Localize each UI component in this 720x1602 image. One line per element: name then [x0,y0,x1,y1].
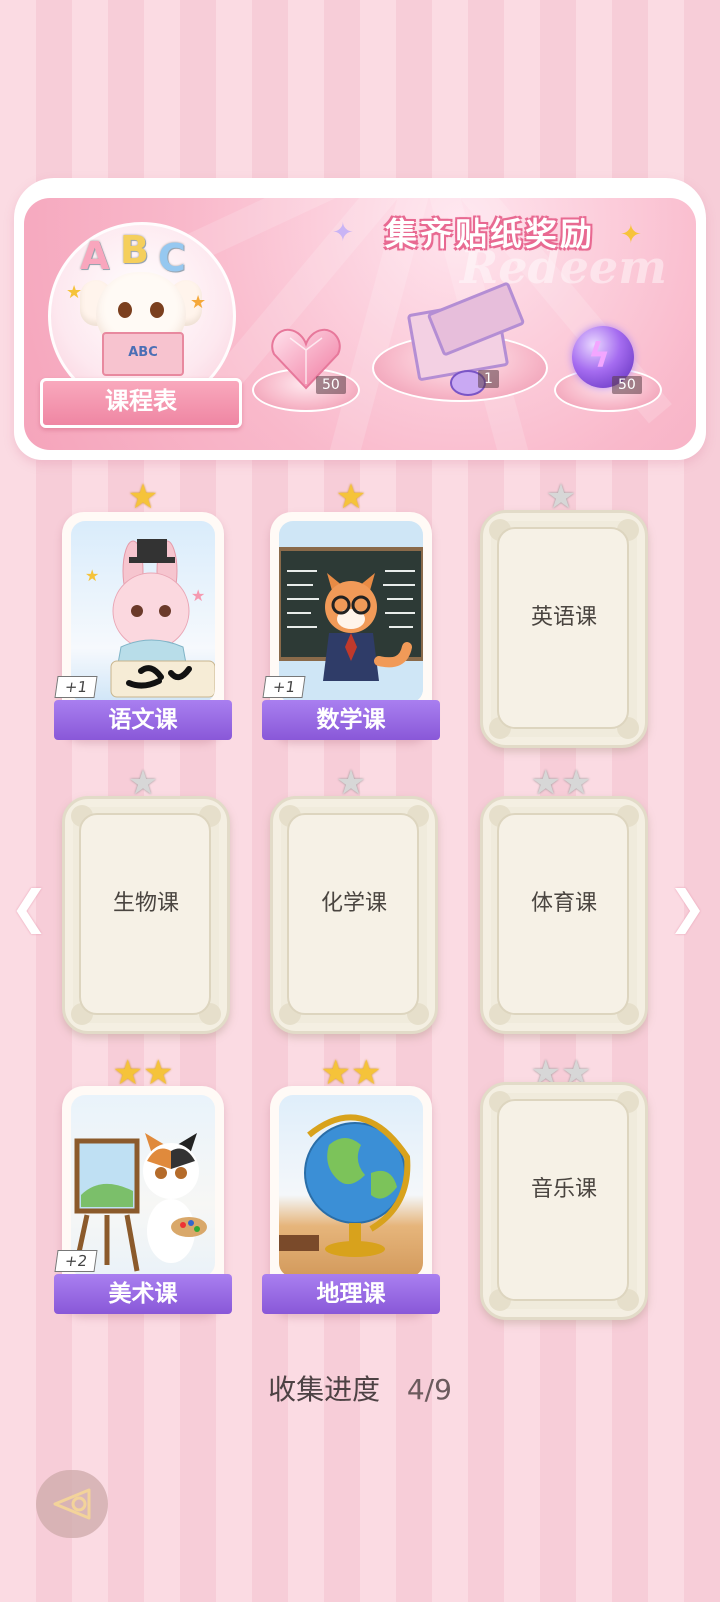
sticker-card-art[interactable]: +2 美术课 [54,1086,232,1314]
book-icon: ABC [102,332,184,376]
star-rating: ★★ [320,1053,382,1093]
bonus-badge: +1 [54,676,98,698]
star-rating: ★ [545,477,577,517]
card-title: 英语课 [530,605,597,630]
sparkle-icon: ✦ [620,220,642,250]
letter-a: A [80,234,110,278]
star-rating: ★ [127,477,159,517]
back-button[interactable] [36,1470,108,1538]
card-title: 美术课 [54,1274,232,1314]
card-title: 地理课 [262,1274,440,1314]
progress-value: 4/9 [406,1373,452,1406]
letter-c: C [158,236,186,280]
star-icon: ★ [190,292,207,313]
bonus-badge: +2 [54,1250,98,1272]
sticker-card-math[interactable]: +1 数学课 [262,512,440,740]
star-rating: ★ [127,763,159,803]
collection-progress: 收集进度 4/9 [0,1368,720,1408]
globe-image [279,1095,423,1277]
prev-page-arrow-icon[interactable]: ❮ [10,880,49,934]
reward-count: 50 [316,376,346,394]
banner-title: 集齐贴纸奖励 [384,215,595,253]
locked-card-pe[interactable]: 体育课 [480,796,648,1034]
card-title: 数学课 [262,700,440,740]
card-title: 化学课 [320,891,387,916]
reward-count: 50 [612,376,642,394]
lightning-icon: ϟ [588,336,611,376]
sticker-card-chinese[interactable]: ★ ★ +1 语文课 [54,512,232,740]
card-title: 体育课 [530,891,597,916]
svg-text:★: ★ [85,566,99,585]
dog-eye [118,302,132,318]
next-page-arrow-icon[interactable]: ❯ [668,880,707,934]
letter-b: B [120,228,149,272]
card-title: 音乐课 [530,1177,597,1202]
schedule-label[interactable]: 课程表 [40,378,242,428]
sticker-card-geography[interactable]: 地理课 [262,1086,440,1314]
star-icon: ★ [66,282,83,303]
locked-card-music[interactable]: 音乐课 [480,1082,648,1320]
back-arrow-icon [53,1488,91,1520]
progress-label: 收集进度 [268,1373,381,1406]
svg-text:★: ★ [191,586,205,605]
sparkle-icon: ✦ [332,218,354,248]
star-rating: ★★ [112,1053,174,1093]
dog-eye [150,302,164,318]
star-rating: ★ [335,763,367,803]
reward-count: 1 [478,370,499,388]
locked-card-biology[interactable]: 生物课 [62,796,230,1034]
locked-card-chemistry[interactable]: 化学课 [270,796,438,1034]
star-rating: ★ [335,477,367,517]
star-rating: ★★ [530,763,592,803]
locked-card-english[interactable]: 英语课 [480,510,648,748]
card-title: 语文课 [54,700,232,740]
bonus-badge: +1 [262,676,306,698]
card-title: 生物课 [112,891,179,916]
